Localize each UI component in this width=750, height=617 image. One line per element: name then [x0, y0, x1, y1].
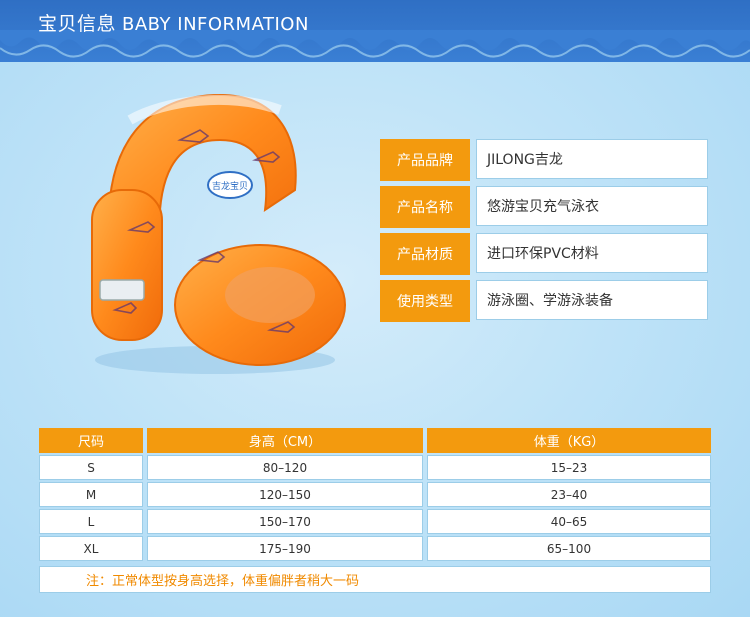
header-banner: 宝贝信息 BABY INFORMATION: [0, 0, 750, 62]
weight-cell: 40–65: [427, 509, 711, 534]
info-label: 产品材质: [380, 233, 470, 275]
weight-cell: 15–23: [427, 455, 711, 480]
table-row: XL 175–190 65–100: [39, 536, 711, 561]
info-label: 产品名称: [380, 186, 470, 228]
height-cell: 80–120: [147, 455, 423, 480]
table-row: M 120–150 23–40: [39, 482, 711, 507]
info-value: 进口环保PVC材料: [476, 233, 708, 273]
product-label: 吉龙宝贝: [212, 180, 248, 192]
info-row-material: 产品材质 进口环保PVC材料: [380, 233, 710, 275]
page-title: 宝贝信息 BABY INFORMATION: [38, 13, 309, 35]
size-note: 注：正常体型按身高选择，体重偏胖者稍大一码: [39, 566, 711, 593]
size-cell: S: [39, 455, 143, 480]
info-label: 产品品牌: [380, 139, 470, 181]
header-size: 尺码: [39, 428, 143, 453]
info-value: JILONG吉龙: [476, 139, 708, 179]
info-value: 游泳圈、学游泳装备: [476, 280, 708, 320]
size-cell: XL: [39, 536, 143, 561]
weight-cell: 65–100: [427, 536, 711, 561]
table-row: S 80–120 15–23: [39, 455, 711, 480]
info-value: 悠游宝贝充气泳衣: [476, 186, 708, 226]
height-cell: 120–150: [147, 482, 423, 507]
wave-decoration: [0, 30, 750, 58]
table-row: L 150–170 40–65: [39, 509, 711, 534]
info-row-usage: 使用类型 游泳圈、学游泳装备: [380, 280, 710, 322]
product-image: 吉龙宝贝: [91, 93, 346, 374]
height-cell: 150–170: [147, 509, 423, 534]
weight-cell: 23–40: [427, 482, 711, 507]
info-label: 使用类型: [380, 280, 470, 322]
size-cell: L: [39, 509, 143, 534]
size-chart-header: 尺码 身高（CM） 体重（KG）: [39, 428, 711, 453]
header-height: 身高（CM）: [147, 428, 423, 453]
size-cell: M: [39, 482, 143, 507]
header-weight: 体重（KG）: [427, 428, 711, 453]
height-cell: 175–190: [147, 536, 423, 561]
info-row-name: 产品名称 悠游宝贝充气泳衣: [380, 186, 710, 228]
info-row-brand: 产品品牌 JILONG吉龙: [380, 139, 710, 181]
